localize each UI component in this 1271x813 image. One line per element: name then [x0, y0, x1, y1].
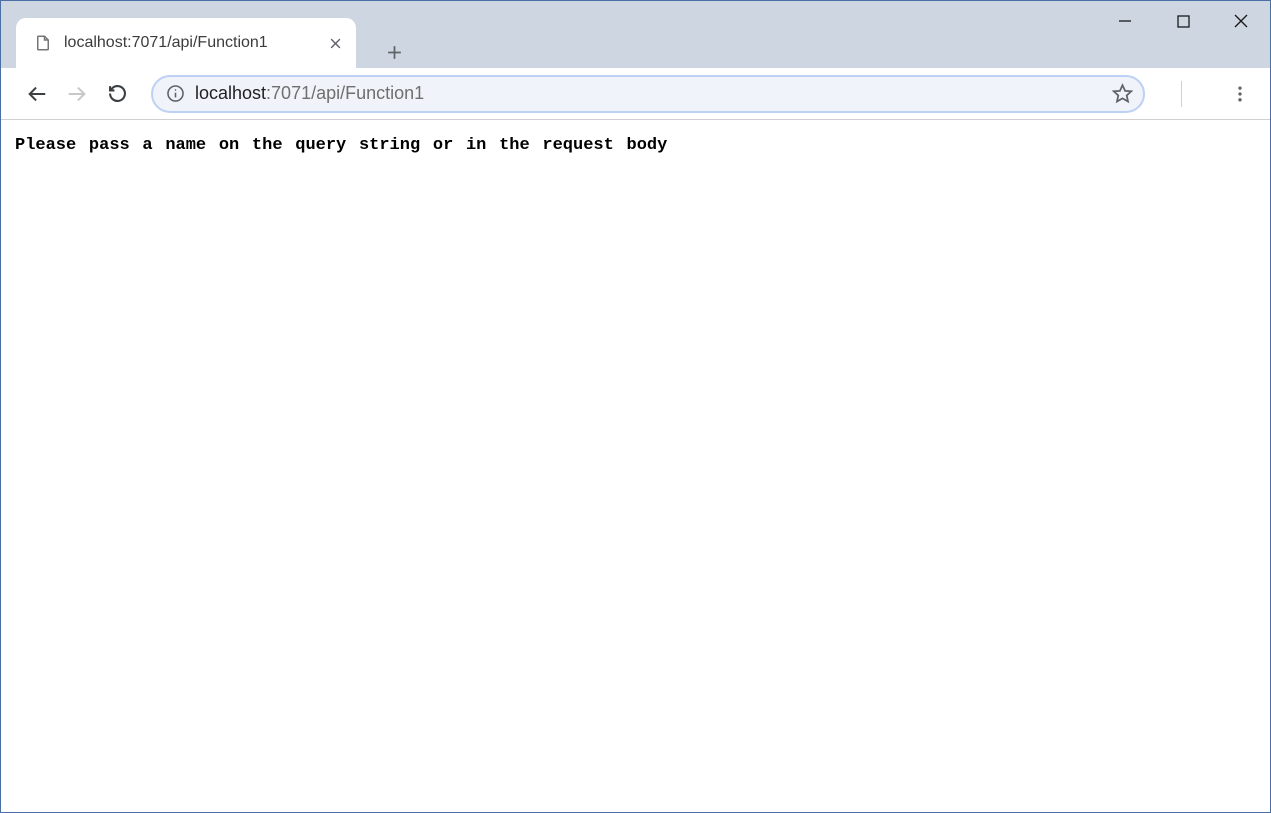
toolbar-separator: [1181, 81, 1182, 107]
back-button[interactable]: [19, 76, 55, 112]
reload-button[interactable]: [99, 76, 135, 112]
maximize-button[interactable]: [1154, 1, 1212, 41]
forward-button[interactable]: [59, 76, 95, 112]
browser-toolbar: localhost:7071/api/Function1: [1, 68, 1270, 120]
window-controls: [1096, 1, 1270, 41]
tab-strip: localhost:7071/api/Function1: [1, 1, 410, 68]
close-window-button[interactable]: [1212, 1, 1270, 41]
close-tab-icon[interactable]: [326, 34, 344, 52]
address-bar[interactable]: localhost:7071/api/Function1: [151, 75, 1145, 113]
browser-tab-active[interactable]: localhost:7071/api/Function1: [16, 18, 356, 68]
url-text[interactable]: localhost:7071/api/Function1: [195, 83, 1097, 104]
file-icon: [34, 34, 52, 52]
site-info-icon[interactable]: [165, 84, 185, 104]
bookmark-star-icon[interactable]: [1107, 79, 1137, 109]
minimize-button[interactable]: [1096, 1, 1154, 41]
browser-titlebar: localhost:7071/api/Function1: [1, 1, 1270, 68]
browser-menu-button[interactable]: [1222, 76, 1258, 112]
url-path: :7071/api/Function1: [266, 83, 424, 103]
tab-title: localhost:7071/api/Function1: [64, 34, 314, 52]
url-host: localhost: [195, 83, 266, 103]
response-body-text: Please pass a name on the query string o…: [15, 136, 1256, 155]
new-tab-button[interactable]: [378, 36, 410, 68]
page-content: Please pass a name on the query string o…: [1, 120, 1270, 812]
